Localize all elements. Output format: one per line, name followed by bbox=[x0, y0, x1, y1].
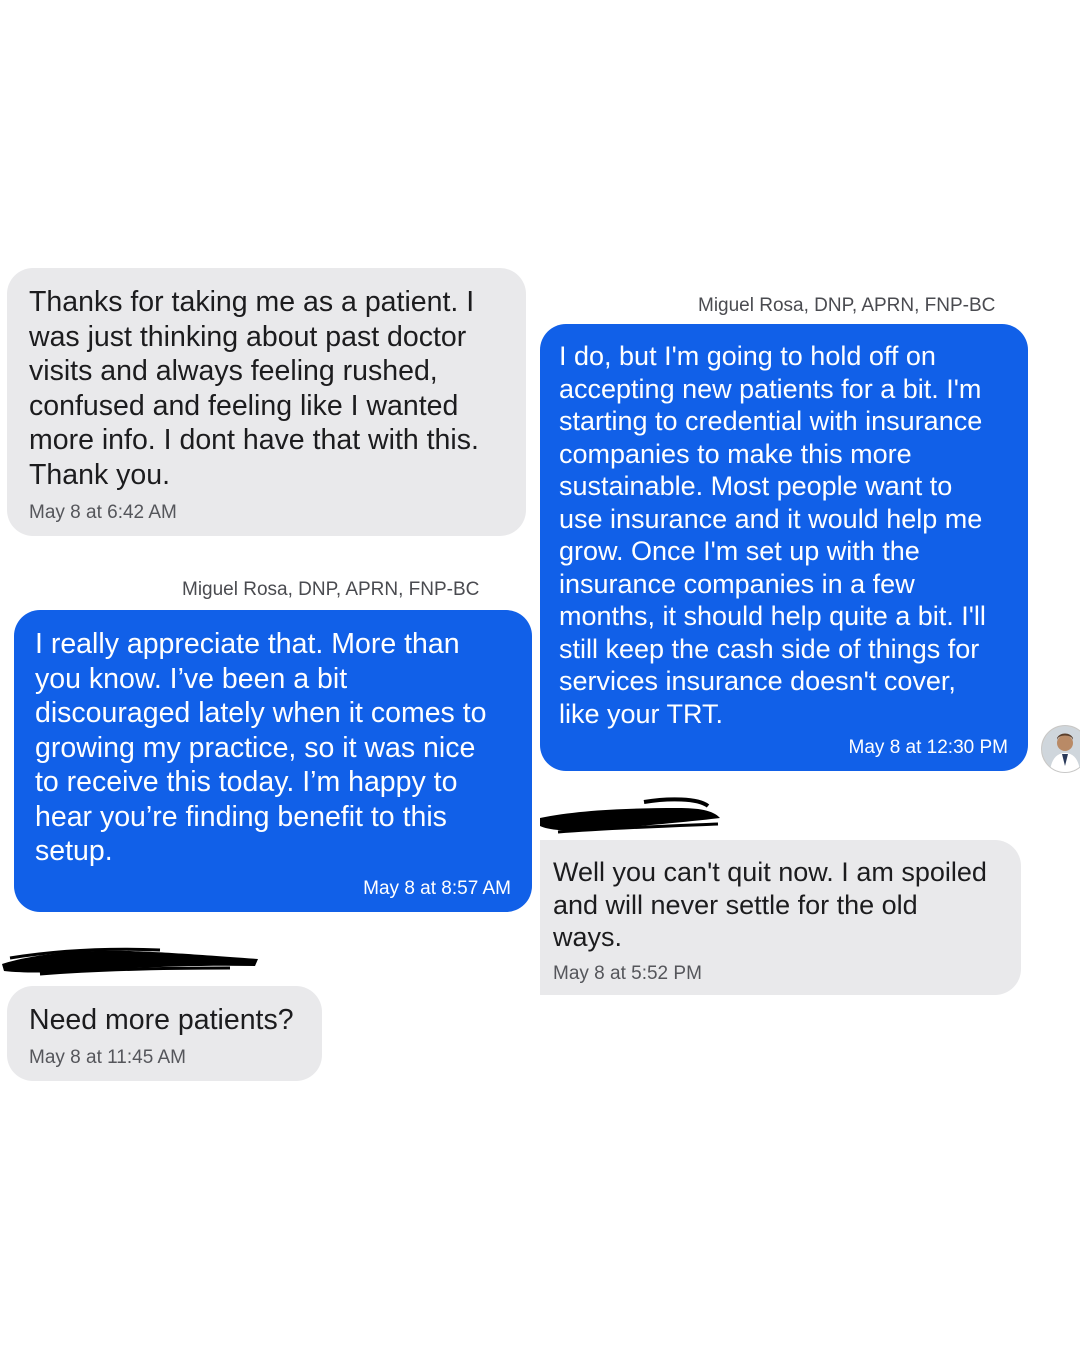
message-bubble-outgoing[interactable]: I do, but I'm going to hold off on accep… bbox=[540, 324, 1028, 771]
message-text: I do, but I'm going to hold off on accep… bbox=[559, 341, 986, 729]
message-timestamp: May 8 at 11:45 AM bbox=[29, 1047, 187, 1068]
message-text: I really appreciate that. More than you … bbox=[35, 628, 487, 867]
sender-avatar-icon[interactable] bbox=[1041, 725, 1080, 773]
message-bubble-outgoing[interactable]: I really appreciate that. More than you … bbox=[14, 610, 532, 912]
message-text: Need more patients? bbox=[29, 1004, 294, 1036]
message-timestamp: May 8 at 5:52 PM bbox=[553, 963, 702, 984]
message-bubble-incoming[interactable]: Thanks for taking me as a patient. I was… bbox=[7, 268, 526, 536]
message-bubble-incoming[interactable]: Need more patients? May 8 at 11:45 AM bbox=[7, 986, 322, 1081]
avatar-photo-icon bbox=[1042, 726, 1080, 772]
redaction-scribble-icon bbox=[540, 797, 720, 834]
message-timestamp: May 8 at 12:30 PM bbox=[848, 737, 1008, 758]
sender-name: Miguel Rosa, DNP, APRN, FNP-BC bbox=[182, 579, 480, 600]
message-bubble-incoming[interactable]: Well you can't quit now. I am spoiled an… bbox=[540, 840, 1021, 995]
message-timestamp: May 8 at 8:57 AM bbox=[363, 878, 511, 899]
message-text: Well you can't quit now. I am spoiled an… bbox=[553, 857, 987, 952]
message-text: Thanks for taking me as a patient. I was… bbox=[29, 286, 479, 491]
message-timestamp: May 8 at 6:42 AM bbox=[29, 502, 177, 523]
sender-name: Miguel Rosa, DNP, APRN, FNP-BC bbox=[698, 295, 996, 316]
redaction-scribble-icon bbox=[2, 947, 258, 976]
